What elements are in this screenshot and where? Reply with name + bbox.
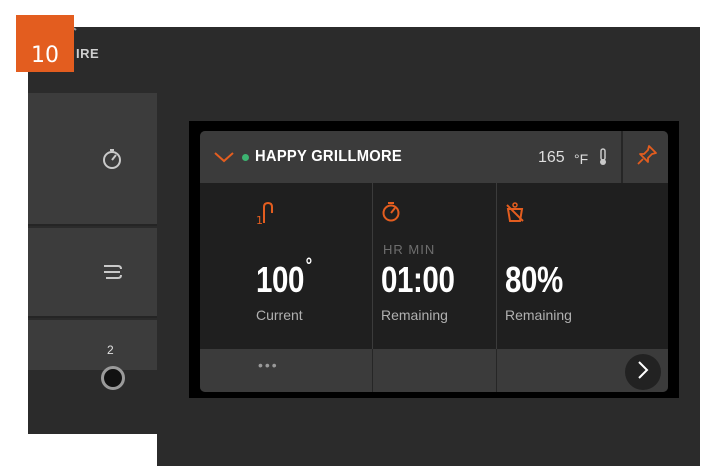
grill-name: HAPPY GRILLMORE [255, 148, 402, 165]
white-block [28, 434, 157, 466]
card-header[interactable]: HAPPY GRILLMORE 165 °F [200, 131, 668, 183]
svg-text:1: 1 [256, 214, 263, 225]
timer-value: 01:00 [381, 259, 455, 300]
probe-icon: 1 [256, 201, 274, 230]
grill-temperature: 165 [538, 149, 565, 166]
chevron-right-icon [637, 360, 649, 385]
footer-divider [372, 349, 373, 392]
pellet-label: Remaining [505, 307, 572, 323]
chevron-down-icon[interactable] [213, 150, 235, 168]
next-button[interactable] [625, 354, 661, 390]
timer-units: HR MIN [383, 242, 436, 257]
pin-button[interactable] [621, 131, 668, 183]
sidebar-timer-button[interactable] [28, 93, 157, 226]
footer-divider [496, 349, 497, 392]
more-options-button[interactable]: ••• [258, 357, 279, 373]
thermometer-icon [598, 148, 608, 171]
sidebar-smoke-button[interactable] [28, 228, 157, 318]
probe-temp-value: 100° [256, 255, 312, 300]
card-footer: ••• [200, 349, 668, 392]
pellet-column[interactable]: 80% Remaining [496, 183, 668, 353]
probe-temp-column[interactable]: 1 100° Current [200, 183, 373, 353]
timer-label: Remaining [381, 307, 448, 323]
stopwatch-icon [381, 201, 401, 228]
timer-column[interactable]: HR MIN 01:00 Remaining [372, 183, 497, 353]
probe-count: 2 [107, 343, 114, 357]
grill-card: HAPPY GRILLMORE 165 °F 1 100° Current HR… [200, 131, 668, 392]
smoke-icon [101, 261, 123, 283]
probe-jack-icon [101, 366, 125, 390]
pellet-value: 80% [505, 259, 563, 300]
status-dot [242, 154, 249, 161]
pellet-level-icon [505, 201, 525, 228]
stopwatch-icon [101, 148, 123, 170]
sidebar-probe-button[interactable] [28, 320, 157, 370]
temperature-unit: °F [574, 151, 589, 167]
pin-icon [636, 144, 658, 171]
step-badge: 10 [16, 15, 74, 72]
brand-text: IRE [76, 46, 100, 61]
probe-temp-label: Current [256, 307, 303, 323]
